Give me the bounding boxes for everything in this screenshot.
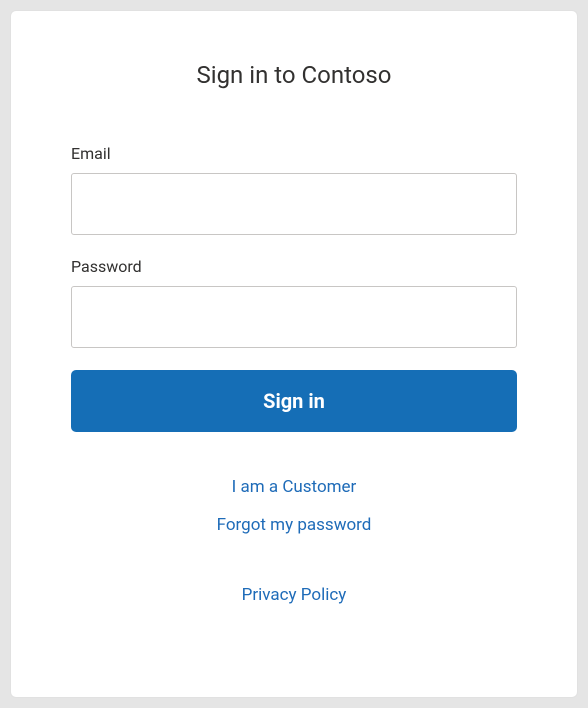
password-field-group: Password [71,257,517,348]
forgot-password-link[interactable]: Forgot my password [217,515,372,535]
email-label: Email [71,144,517,163]
password-input[interactable] [71,286,517,348]
signin-button[interactable]: Sign in [71,370,517,432]
password-label: Password [71,257,517,276]
signin-card: Sign in to Contoso Email Password Sign i… [10,10,578,698]
email-field-group: Email [71,144,517,235]
privacy-policy-link[interactable]: Privacy Policy [242,585,347,605]
email-input[interactable] [71,173,517,235]
links-section: I am a Customer Forgot my password Priva… [71,477,517,623]
customer-link[interactable]: I am a Customer [232,477,357,497]
page-title: Sign in to Contoso [71,61,517,89]
